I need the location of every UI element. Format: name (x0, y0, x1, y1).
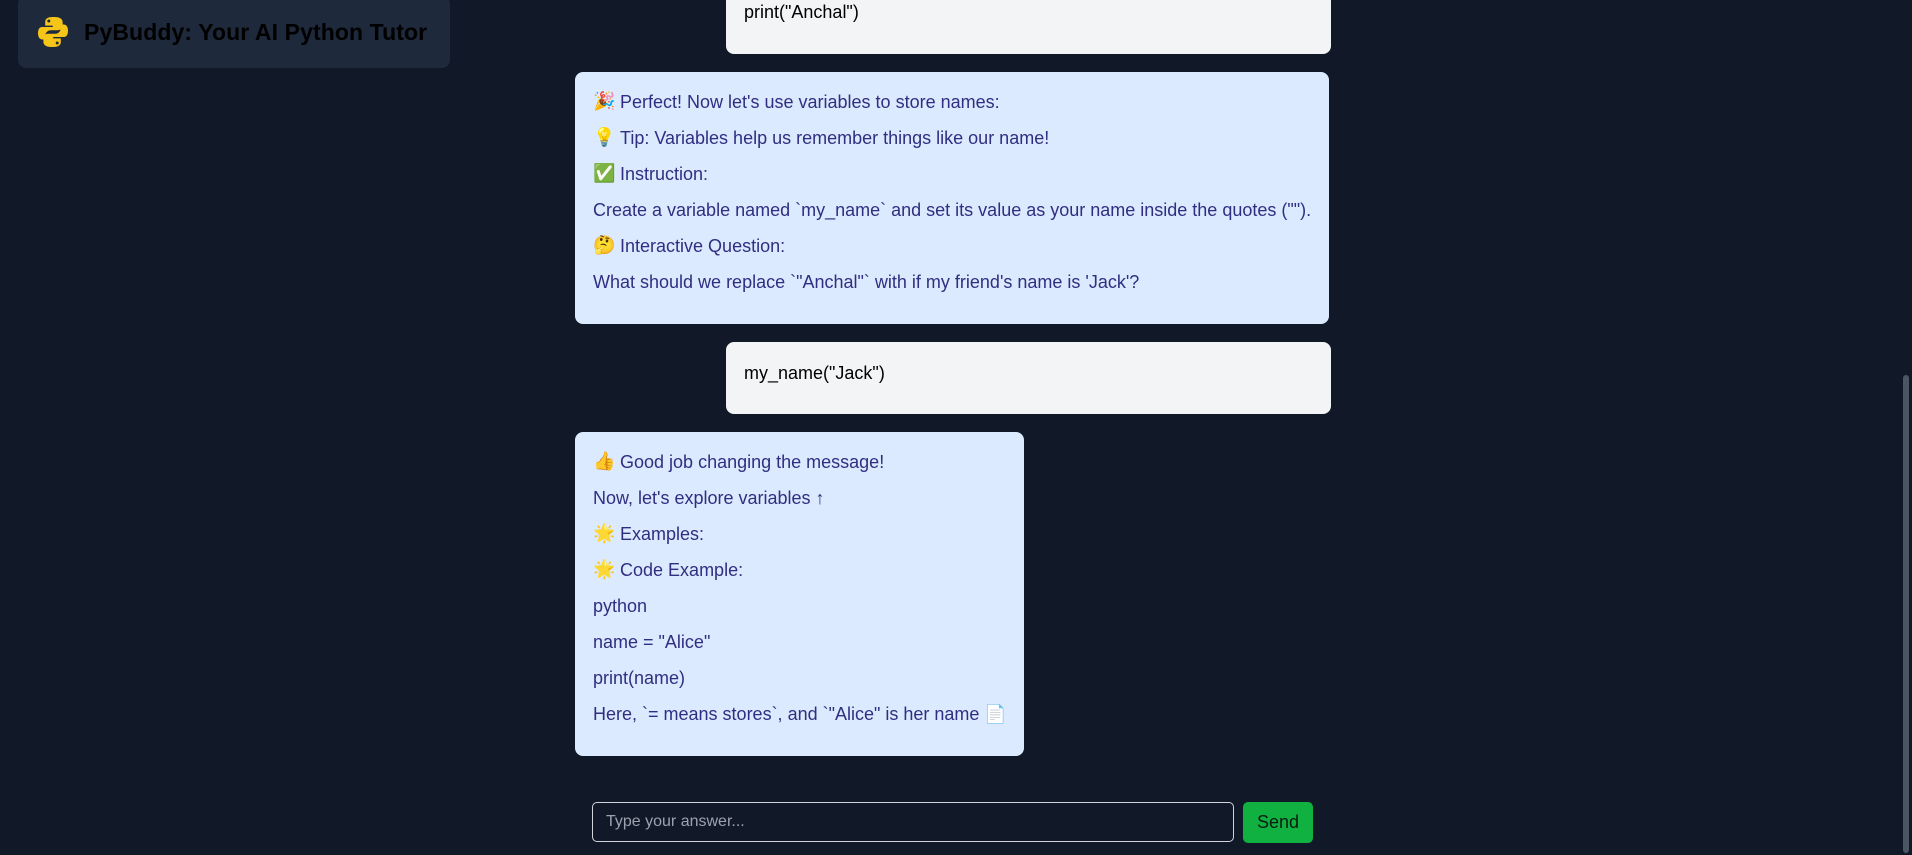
bot-message-line: ✅ Instruction: (593, 163, 709, 185)
bot-message-line: 🤔 Interactive Question: (593, 235, 786, 257)
bot-message-line: python (593, 596, 648, 616)
answer-composer: Send (592, 801, 1316, 843)
bot-message-line: name = "Alice" (593, 632, 711, 652)
star-icon: 🌟 (593, 559, 616, 580)
user-message-text: my_name("Jack") (744, 363, 885, 383)
bot-message-line: print(name) (593, 668, 686, 688)
app-title: PyBuddy: Your AI Python Tutor (84, 18, 428, 45)
user-message: print("Anchal") (726, 0, 1331, 54)
python-logo-icon (36, 15, 70, 49)
bot-message: 🎉 Perfect! Now let's use variables to st… (575, 72, 1329, 324)
chat-page: PyBuddy: Your AI Python Tutor print("Anc… (0, 0, 1912, 855)
party-icon: 🎉 (593, 91, 616, 112)
bot-message-line: What should we replace `"Anchal"` with i… (593, 272, 1140, 292)
bot-message-line: 🌟 Code Example: (593, 559, 744, 581)
thinking-face-icon: 🤔 (593, 235, 616, 256)
thumbs-up-icon: 👍 (593, 451, 616, 472)
bot-message-line: 🎉 Perfect! Now let's use variables to st… (593, 91, 1000, 113)
bot-message-line: Here, `= means stores`, and `"Alice" is … (593, 704, 1007, 724)
bot-message-line: Create a variable named `my_name` and se… (593, 200, 1312, 220)
bot-message-line: 💡 Tip: Variables help us remember things… (593, 127, 1050, 149)
bot-message: 👍 Good job changing the message! Now, le… (575, 432, 1024, 756)
app-header: PyBuddy: Your AI Python Tutor (18, 0, 450, 68)
bot-message-line: Now, let's explore variables ↑ (593, 488, 825, 508)
user-message: my_name("Jack") (726, 342, 1331, 414)
star-icon: 🌟 (593, 523, 616, 544)
lightbulb-icon: 💡 (593, 127, 616, 148)
answer-input[interactable] (592, 802, 1234, 842)
page-scrollbar[interactable] (1900, 0, 1912, 855)
user-message-text: print("Anchal") (744, 2, 859, 22)
bot-message-line: 🌟 Examples: (593, 523, 705, 545)
send-button[interactable]: Send (1243, 801, 1313, 843)
check-icon: ✅ (593, 163, 616, 184)
scrollbar-thumb[interactable] (1903, 375, 1909, 853)
bot-message-line: 👍 Good job changing the message! (593, 451, 885, 473)
